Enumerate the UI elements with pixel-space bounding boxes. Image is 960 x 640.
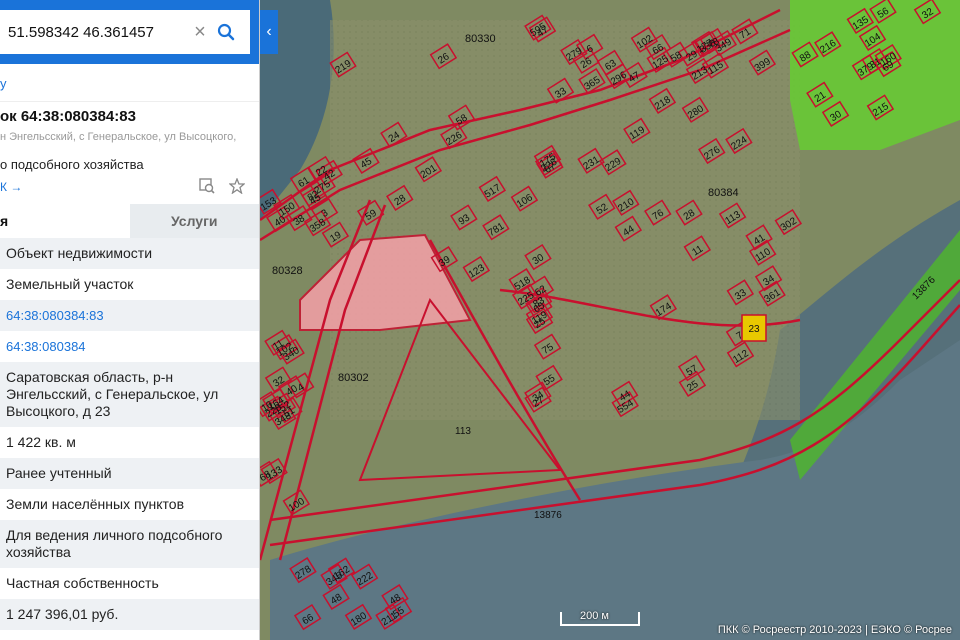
row-area: 1 422 кв. м (6, 434, 76, 450)
row-address: Саратовская область, р-н Энгельсский, с … (0, 362, 259, 427)
panel-title: ок 64:38:080384:83 (0, 108, 136, 125)
row-status: Ранее учтенный (0, 458, 259, 489)
quarter-label-80328: 80328 (272, 265, 303, 277)
green-zone (790, 0, 960, 150)
row-ownership: Частная собственность (6, 575, 159, 591)
tab-services[interactable]: Услуги (129, 204, 259, 238)
highlight-label: 23 (748, 324, 760, 335)
action-icons (199, 177, 246, 199)
row-object-type: Объект недвижимости (0, 238, 259, 269)
row-permitted-use: Для ведения личного подсобного хозяйства (0, 520, 259, 568)
share-link[interactable]: К → (0, 180, 22, 194)
search-icon[interactable] (210, 23, 242, 41)
back-link[interactable]: у (0, 64, 259, 102)
row-category: Земли населённых пунктов (6, 496, 185, 512)
row-quarter[interactable]: 64:38:080384 (0, 331, 259, 362)
road-label-13876-a: 13876 (534, 510, 562, 521)
map-attribution: ПКК © Росреестр 2010-2023 | ЕЭКО © Росре… (717, 624, 952, 636)
row-cadastral-value: 1 247 396,01 руб. (0, 599, 259, 630)
row-cadastral-number[interactable]: 64:38:080384:83 (0, 300, 259, 331)
search-box: × (0, 10, 250, 54)
tab-info[interactable]: я (0, 204, 130, 238)
collapse-panel-button[interactable]: ‹ (260, 10, 278, 54)
panel-type-line: о подсобного хозяйства (0, 157, 144, 172)
panel-tabs: я Услуги (0, 204, 259, 238)
info-panel: × у ок 64:38:080384:83 н Энгельсский, с … (0, 0, 260, 640)
property-rows: Объект недвижимости Земельный участок 64… (0, 238, 259, 630)
quarter-label-80302: 80302 (338, 372, 369, 384)
row-kind: Земельный участок (6, 276, 134, 292)
scale-label: 200 м (580, 610, 609, 622)
search-input[interactable] (0, 23, 190, 41)
clear-icon[interactable]: × (190, 21, 210, 44)
search-bar: × (0, 0, 259, 64)
quarter-label-80384: 80384 (708, 187, 739, 199)
zoom-to-icon[interactable] (199, 178, 215, 199)
star-icon[interactable] (228, 177, 246, 199)
quarter-label-80330: 80330 (465, 33, 496, 45)
parcel-label-113: 113 (455, 426, 471, 437)
actions-row: К → (0, 172, 259, 202)
panel-subtitle: н Энгельсский, с Генеральское, ул Высоцк… (0, 131, 237, 143)
